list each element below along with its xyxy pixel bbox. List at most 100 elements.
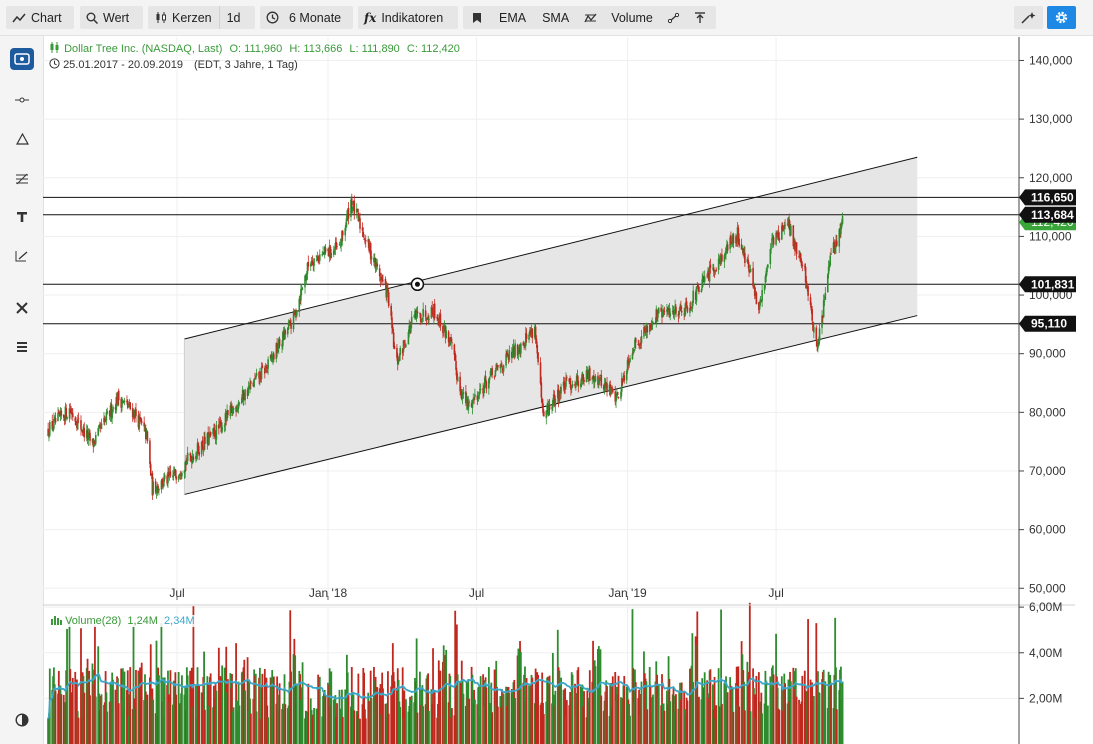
candle-body: [518, 348, 521, 349]
volume-bar: [173, 702, 176, 744]
volume-bar: [451, 708, 453, 744]
candle-body: [566, 377, 568, 379]
volume-bar: [263, 668, 266, 744]
volume-bar: [249, 698, 251, 744]
volume-bar: [771, 667, 773, 744]
horizontal-line-marker: [1019, 276, 1076, 293]
volume-bar: [577, 667, 580, 744]
volume-bar: [299, 674, 301, 744]
settings-button[interactable]: [1047, 6, 1076, 29]
candle-body: [305, 273, 308, 280]
magic-button[interactable]: [1014, 6, 1043, 29]
volume-bar: [403, 690, 406, 744]
candle-body: [282, 330, 285, 339]
candle-body: [419, 313, 422, 322]
candle-body: [298, 298, 301, 313]
pen-tool-button[interactable]: [10, 245, 34, 267]
candle-body: [817, 344, 819, 349]
volume-bar: [621, 698, 624, 744]
candle-body: [146, 431, 149, 441]
candle-body: [467, 402, 470, 410]
candle-body: [476, 395, 479, 400]
volume-bar: [776, 687, 779, 744]
candles-button[interactable]: Kerzen: [148, 6, 219, 29]
candle-body: [534, 326, 536, 338]
candle-body: [709, 264, 712, 269]
chart-type-button[interactable]: [10, 48, 34, 70]
volume-bar: [661, 703, 664, 744]
volume-bar: [673, 712, 676, 744]
candle-body: [818, 328, 821, 342]
volume-bar: [167, 694, 170, 744]
interval-button[interactable]: 1d: [218, 6, 248, 29]
indicators-button[interactable]: fx Indikatoren: [358, 6, 458, 29]
value-button[interactable]: Wert: [80, 6, 143, 29]
volume-bar: [248, 681, 251, 744]
candle-body: [606, 383, 608, 391]
volume-bar: [622, 685, 625, 744]
candle-body: [209, 431, 212, 436]
low-label: L:: [349, 43, 359, 55]
candle-body: [742, 248, 745, 255]
volume-bar: [433, 691, 436, 744]
candle-body: [284, 330, 287, 335]
candle-body: [178, 474, 181, 477]
stochastic-button[interactable]: [577, 6, 604, 29]
candle-body: [420, 321, 423, 323]
candle-body: [738, 238, 740, 247]
candle-body: [315, 255, 318, 257]
volume-bar: [327, 684, 330, 744]
volume-bar: [208, 705, 210, 744]
volume-bar: [691, 633, 694, 744]
chart-button[interactable]: Chart: [6, 6, 74, 29]
volume-bar: [112, 679, 114, 744]
candle-body: [558, 391, 561, 403]
candle-body: [499, 364, 502, 369]
volume-bar: [541, 672, 544, 744]
export-button[interactable]: [687, 6, 713, 29]
volume-bar: [826, 708, 829, 744]
candle-body: [816, 341, 818, 348]
candle-body: [62, 414, 65, 418]
volume-bar: [247, 710, 250, 744]
candle-body: [747, 259, 749, 265]
tools-button[interactable]: [10, 297, 34, 319]
volume-bar: [289, 610, 292, 744]
volume-bar: [639, 693, 642, 744]
draw-tool-button[interactable]: [660, 6, 687, 29]
volume-bar: [576, 670, 579, 744]
fibonacci-button[interactable]: [10, 168, 34, 190]
candle-body: [622, 375, 625, 378]
candle-body: [841, 216, 844, 224]
candle-body: [88, 433, 90, 435]
candle-body: [513, 346, 516, 358]
shape-button[interactable]: [10, 128, 34, 150]
volume-bar: [88, 670, 91, 744]
volume-bar: [223, 667, 226, 744]
volume-bar: [447, 702, 450, 744]
volume-button[interactable]: Volume: [604, 6, 660, 29]
y-tick-label: 60,000: [1029, 523, 1066, 537]
volume-bar: [204, 709, 206, 744]
candle-body: [799, 253, 802, 262]
candle-body: [330, 252, 333, 259]
volume-bar: [421, 685, 424, 744]
volume-bar: [610, 683, 613, 744]
sma-button[interactable]: SMA: [534, 6, 577, 29]
ema-button[interactable]: EMA: [491, 6, 534, 29]
theme-button[interactable]: [10, 709, 34, 731]
candle-body: [123, 400, 126, 403]
volume-bar: [816, 700, 819, 744]
layers-button[interactable]: [10, 336, 34, 358]
crosshair-button[interactable]: [10, 89, 34, 111]
bookmark-button[interactable]: [463, 6, 491, 29]
volume-bar: [404, 704, 407, 744]
candle-body: [81, 429, 83, 431]
volume-bar: [689, 668, 691, 744]
text-tool-button[interactable]: [10, 206, 34, 228]
candle-body: [686, 307, 689, 312]
volume-bar: [375, 702, 378, 744]
range-button[interactable]: 6 Monate: [260, 6, 353, 29]
volume-title: Volume(28): [65, 615, 122, 627]
volume-bar: [409, 696, 411, 744]
